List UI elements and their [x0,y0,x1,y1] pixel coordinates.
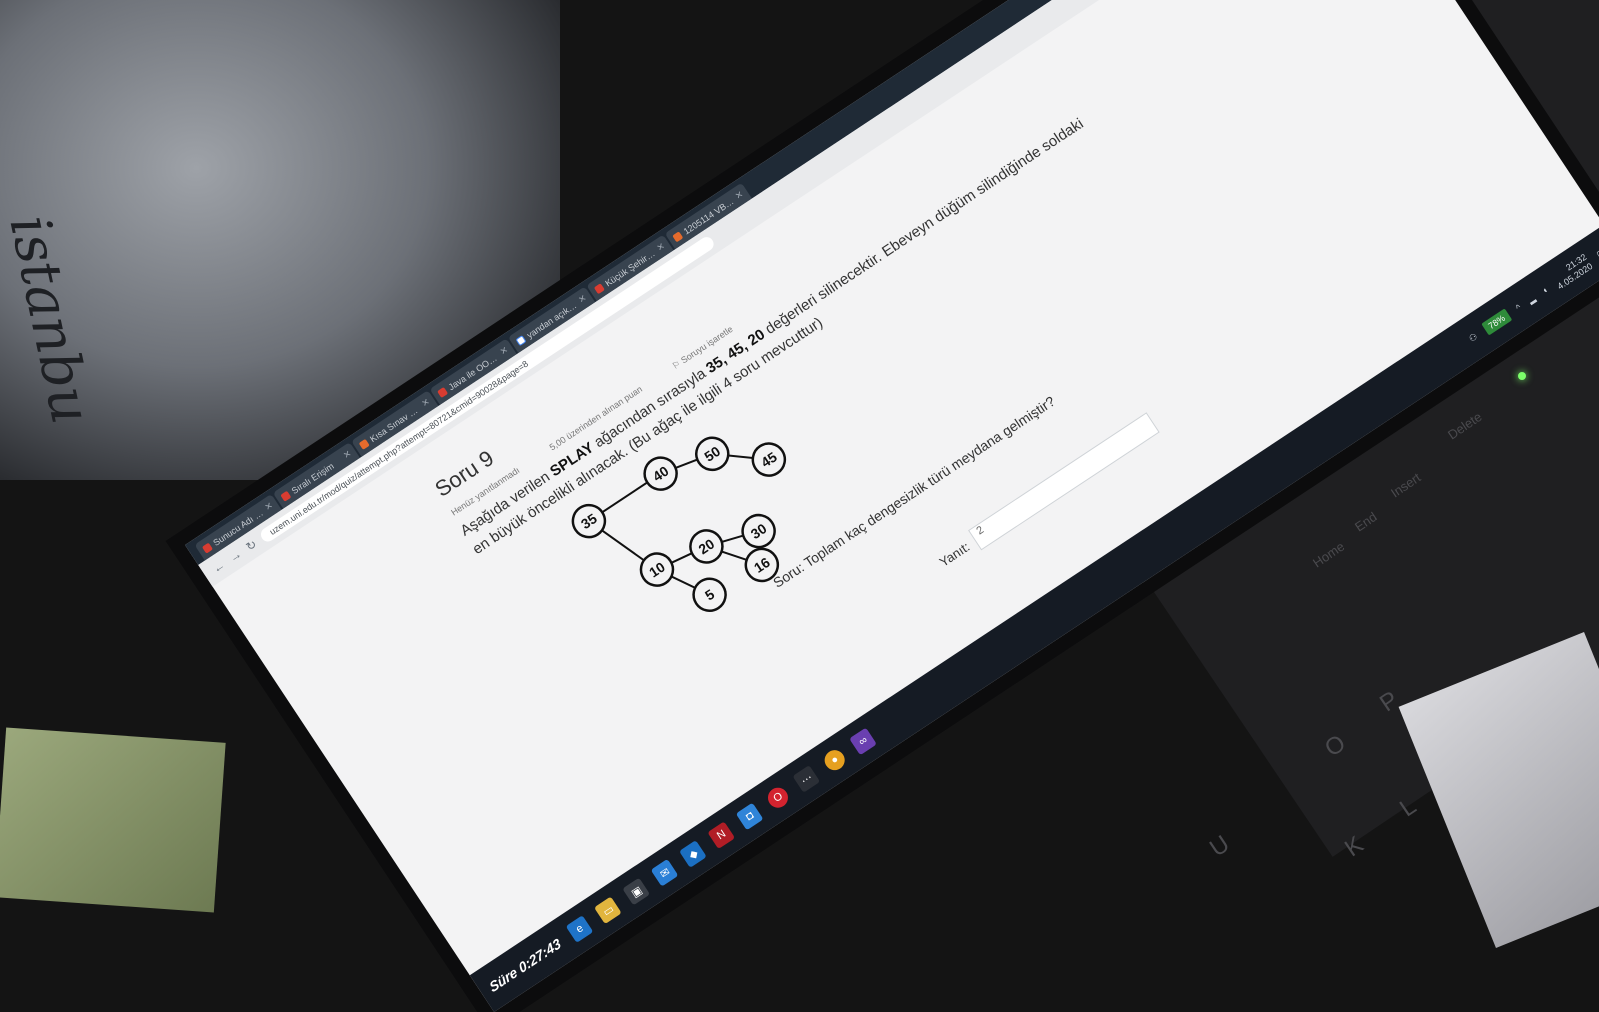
close-tab-icon[interactable]: ✕ [420,396,432,409]
youtube-favicon-icon [201,542,213,554]
green-paper [0,727,226,913]
answer-label: Yanıt: [936,538,973,570]
close-tab-icon[interactable]: ✕ [498,344,510,357]
battery-indicator[interactable]: 78% [1481,308,1513,336]
splay-tree-diagram: 35 40 50 45 10 20 5 16 30 [562,352,909,664]
moodle-favicon-icon [671,230,684,242]
close-tab-icon[interactable]: ✕ [576,293,588,306]
forward-icon[interactable]: → [227,547,245,565]
visual-studio-icon[interactable]: ∞ [849,727,878,756]
chevron-up-icon[interactable]: ^ [1514,302,1523,313]
network-icon[interactable]: ▂ [1525,292,1537,305]
netflix-icon[interactable]: N [707,821,736,849]
tree-node-45: 45 [751,442,787,477]
close-tab-icon[interactable]: ✕ [263,500,275,513]
vscode-icon[interactable]: ◆ [679,839,708,868]
edge-icon[interactable]: e [565,915,594,943]
mail-icon[interactable]: ✉ [650,858,679,887]
close-tab-icon[interactable]: ✕ [341,448,353,461]
store-icon[interactable]: ▣ [622,877,651,906]
youtube-favicon-icon [593,282,605,294]
tree-node-40: 40 [643,456,678,491]
google-favicon-icon [515,334,527,346]
app-icon[interactable]: ◘ [735,802,764,831]
tree-node-5: 5 [692,577,727,612]
power-led [1518,372,1526,380]
tree-node-10: 10 [639,552,675,587]
people-icon[interactable]: ⚇ [1467,331,1480,345]
action-center-icon[interactable]: ▢ [1594,246,1599,260]
tree-node-50: 50 [695,436,730,472]
clock[interactable]: 21:32 4.05.2020 [1549,252,1595,292]
key-k: K [1340,831,1369,863]
chrome-icon[interactable]: ● [821,746,849,774]
youtube-favicon-icon [280,490,292,502]
volume-icon[interactable]: ◖ [1540,284,1550,295]
file-explorer-icon[interactable]: ▭ [594,896,622,924]
tree-node-35: 35 [571,503,607,539]
tree-node-30: 30 [741,513,776,549]
close-tab-icon[interactable]: ✕ [655,241,667,254]
youtube-favicon-icon [436,386,448,398]
tree-node-20: 20 [689,529,724,564]
opera-icon[interactable]: O [764,783,793,812]
key-u: U [1205,830,1235,863]
reload-icon[interactable]: ↻ [243,537,259,554]
close-tab-icon[interactable]: ✕ [733,189,745,202]
moodle-favicon-icon [358,438,370,450]
ellipsis-icon[interactable]: ⋯ [792,764,821,793]
back-icon[interactable]: ← [210,558,228,576]
